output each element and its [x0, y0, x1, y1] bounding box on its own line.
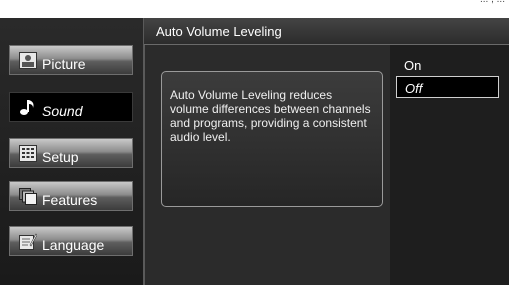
option-on[interactable]: On — [396, 54, 499, 76]
stack-icon — [19, 188, 37, 205]
picture-icon — [19, 52, 37, 69]
option-off[interactable]: Off — [396, 76, 499, 98]
top-strip: ... , ... — [0, 0, 509, 18]
description-panel: Auto Volume Leveling reduces volume diff… — [144, 45, 391, 285]
menu-item-picture[interactable]: Picture — [9, 45, 133, 75]
options-panel: On Off — [390, 45, 509, 285]
menu-item-features[interactable]: Features — [9, 181, 133, 211]
menu-header: Auto Volume Leveling — [144, 18, 509, 45]
menu-item-setup[interactable]: Setup — [9, 138, 133, 168]
description-box: Auto Volume Leveling reduces volume diff… — [161, 71, 383, 207]
grid-icon — [19, 145, 37, 162]
language-icon — [19, 233, 37, 250]
menu-item-sound[interactable]: Sound — [9, 92, 133, 122]
note-icon — [20, 100, 34, 115]
menu-item-language[interactable]: Language — [9, 226, 133, 256]
main-menu: Picture Sound Setup Features Language — [0, 18, 144, 285]
tv-menu-screen: Picture Sound Setup Features Language Au… — [0, 18, 509, 285]
top-strip-text: ... , ... — [480, 0, 505, 5]
page-title: Auto Volume Leveling — [156, 24, 282, 39]
